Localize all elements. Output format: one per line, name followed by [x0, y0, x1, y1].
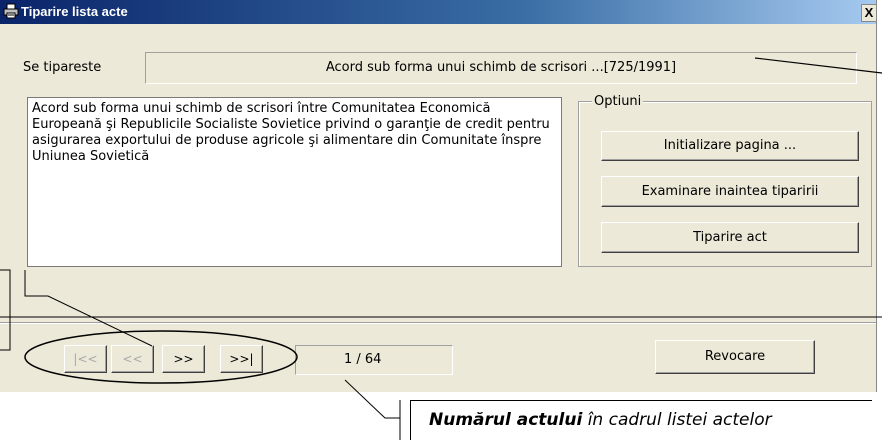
printer-icon	[3, 3, 19, 19]
separator	[0, 322, 876, 324]
previous-record-button[interactable]: <<	[111, 345, 154, 373]
printing-field: Acord sub forma unui schimb de scrisori …	[145, 52, 857, 84]
callout-record-number: Numărul actului în cadrul listei actelor	[410, 400, 872, 440]
title-bar: Tiparire lista acte X	[0, 0, 876, 24]
print-act-button[interactable]: Tiparire act	[601, 222, 859, 253]
close-button[interactable]: X	[861, 4, 876, 22]
window-title: Tiparire lista acte	[21, 4, 128, 19]
record-position: 1 / 64	[295, 345, 453, 375]
printing-value: Acord sub forma unui schimb de scrisori …	[325, 60, 677, 75]
options-group-title: Optiuni	[592, 94, 644, 109]
next-record-button[interactable]: >>	[162, 345, 205, 373]
callout-bold-text: Numărul actului	[429, 410, 583, 430]
print-dialog: Tiparire lista acte X Se tipareste Acord…	[0, 0, 877, 392]
document-text-area[interactable]: Acord sub forma unui schimb de scrisori …	[27, 97, 562, 267]
record-position-text: 1 / 64	[344, 352, 382, 367]
last-record-button[interactable]: >>|	[220, 345, 263, 373]
callout-text: în cadrul listei actelor	[582, 410, 772, 430]
print-preview-button[interactable]: Examinare inaintea tiparirii	[601, 176, 859, 207]
printing-label: Se tipareste	[23, 60, 102, 75]
first-record-button[interactable]: |<<	[64, 345, 107, 373]
init-page-button[interactable]: Initializare pagina ...	[601, 131, 859, 161]
cancel-button[interactable]: Revocare	[655, 340, 815, 374]
